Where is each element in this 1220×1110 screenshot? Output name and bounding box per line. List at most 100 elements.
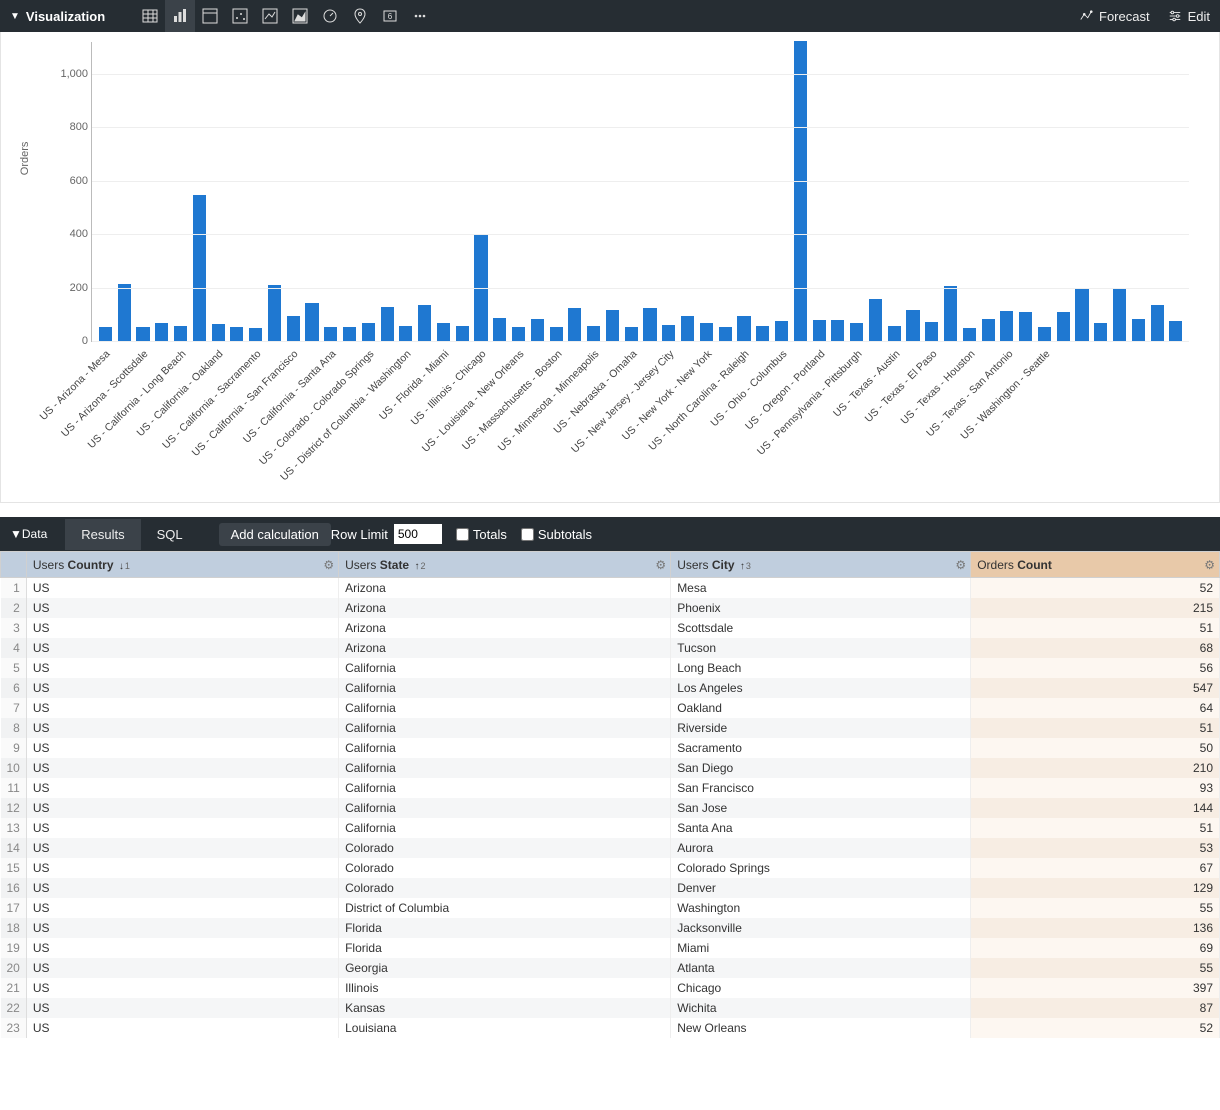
chart-bar[interactable] [568, 308, 581, 341]
table-row[interactable]: 1USArizonaMesa52 [1, 578, 1220, 599]
chart-bar[interactable] [1075, 289, 1088, 341]
chart-bar[interactable] [1094, 323, 1107, 341]
row-limit-input[interactable] [394, 524, 442, 544]
chart-bar[interactable] [906, 310, 919, 342]
table-row[interactable]: 16USColoradoDenver129 [1, 878, 1220, 898]
chart-bar[interactable] [869, 299, 882, 341]
collapse-caret-icon[interactable]: ▼ [10, 11, 20, 22]
chart-bar[interactable] [324, 327, 337, 341]
map-viz-icon[interactable] [345, 0, 375, 32]
table-row[interactable]: 22USKansasWichita87 [1, 998, 1220, 1018]
table-row[interactable]: 3USArizonaScottsdale51 [1, 618, 1220, 638]
chart-bar[interactable] [1113, 288, 1126, 341]
chart-bar[interactable] [230, 327, 243, 341]
col-header-state[interactable]: Users State ↑2⚙ [339, 552, 671, 578]
gear-icon[interactable]: ⚙ [655, 558, 666, 572]
table-row[interactable]: 12USCaliforniaSan Jose144 [1, 798, 1220, 818]
chart-bar[interactable] [1132, 319, 1145, 341]
chart-bar[interactable] [493, 318, 506, 341]
chart-bar[interactable] [437, 323, 450, 341]
chart-bar[interactable] [1000, 311, 1013, 341]
chart-bar[interactable] [136, 327, 149, 341]
table-row[interactable]: 2USArizonaPhoenix215 [1, 598, 1220, 618]
chart-bar[interactable] [681, 316, 694, 341]
chart-bar[interactable] [1151, 305, 1164, 341]
column-viz-icon[interactable] [195, 0, 225, 32]
chart-bar[interactable] [362, 323, 375, 341]
chart-bar[interactable] [606, 310, 619, 342]
chart-bar[interactable] [719, 327, 732, 341]
single-value-viz-icon[interactable]: 6 [375, 0, 405, 32]
table-row[interactable]: 23USLouisianaNew Orleans52 [1, 1018, 1220, 1038]
chart-bar[interactable] [212, 324, 225, 341]
chart-bar[interactable] [831, 320, 844, 341]
table-row[interactable]: 13USCaliforniaSanta Ana51 [1, 818, 1220, 838]
chart-bar[interactable] [249, 328, 262, 341]
totals-checkbox[interactable]: Totals [456, 527, 507, 542]
chart-bar[interactable] [512, 327, 525, 341]
chart-bar[interactable] [550, 327, 563, 341]
chart-bar[interactable] [1057, 312, 1070, 341]
col-header-country[interactable]: Users Country ↓1⚙ [26, 552, 338, 578]
table-row[interactable]: 10USCaliforniaSan Diego210 [1, 758, 1220, 778]
chart-bar[interactable] [1038, 327, 1051, 341]
chart-bar[interactable] [625, 327, 638, 341]
tab-sql[interactable]: SQL [141, 519, 199, 550]
chart-bar[interactable] [118, 284, 131, 341]
table-row[interactable]: 8USCaliforniaRiverside51 [1, 718, 1220, 738]
edit-button[interactable]: Edit [1168, 9, 1210, 24]
chart-bar[interactable] [193, 195, 206, 341]
gear-icon[interactable]: ⚙ [955, 558, 966, 572]
forecast-button[interactable]: Forecast [1079, 9, 1150, 24]
chart-bar[interactable] [888, 326, 901, 341]
chart-bar[interactable] [268, 285, 281, 341]
chart-bar[interactable] [587, 326, 600, 341]
chart-bar[interactable] [343, 327, 356, 341]
chart-bar[interactable] [1169, 321, 1182, 341]
subtotals-checkbox[interactable]: Subtotals [521, 527, 592, 542]
chart-bar[interactable] [531, 319, 544, 341]
chart-bar[interactable] [418, 305, 431, 341]
chart-bar[interactable] [850, 323, 863, 341]
chart-bar[interactable] [381, 307, 394, 341]
table-row[interactable]: 20USGeorgiaAtlanta55 [1, 958, 1220, 978]
table-row[interactable]: 14USColoradoAurora53 [1, 838, 1220, 858]
chart-bar[interactable] [399, 326, 412, 341]
chart-bar[interactable] [775, 321, 788, 341]
table-row[interactable]: 18USFloridaJacksonville136 [1, 918, 1220, 938]
line-viz-icon[interactable] [255, 0, 285, 32]
chart-bar[interactable] [99, 327, 112, 341]
chart-bar[interactable] [174, 326, 187, 341]
col-header-count[interactable]: Orders Count⚙ [971, 552, 1220, 578]
table-row[interactable]: 9USCaliforniaSacramento50 [1, 738, 1220, 758]
chart-bar[interactable] [662, 325, 675, 341]
chart-bar[interactable] [456, 326, 469, 341]
collapse-caret-icon[interactable]: ▼ [10, 527, 22, 541]
chart-bar[interactable] [925, 322, 938, 341]
gear-icon[interactable]: ⚙ [1204, 558, 1215, 572]
table-row[interactable]: 5USCaliforniaLong Beach56 [1, 658, 1220, 678]
table-row[interactable]: 4USArizonaTucson68 [1, 638, 1220, 658]
chart-bar[interactable] [700, 323, 713, 341]
chart-bar[interactable] [155, 323, 168, 341]
chart-bar[interactable] [1019, 312, 1032, 341]
more-viz-icon[interactable] [405, 0, 435, 32]
chart-bar[interactable] [287, 316, 300, 341]
chart-bar[interactable] [813, 320, 826, 341]
table-viz-icon[interactable] [135, 0, 165, 32]
table-row[interactable]: 15USColoradoColorado Springs67 [1, 858, 1220, 878]
chart-bar[interactable] [756, 326, 769, 341]
chart-bar[interactable] [963, 328, 976, 341]
area-viz-icon[interactable] [285, 0, 315, 32]
bar-viz-icon[interactable] [165, 0, 195, 32]
table-row[interactable]: 6USCaliforniaLos Angeles547 [1, 678, 1220, 698]
chart-bar[interactable] [737, 316, 750, 341]
table-row[interactable]: 11USCaliforniaSan Francisco93 [1, 778, 1220, 798]
chart-bar[interactable] [643, 308, 656, 341]
add-calculation-button[interactable]: Add calculation [219, 523, 331, 546]
table-row[interactable]: 17USDistrict of ColumbiaWashington55 [1, 898, 1220, 918]
tab-results[interactable]: Results [65, 519, 140, 550]
col-header-city[interactable]: Users City ↑3⚙ [671, 552, 971, 578]
chart-bar[interactable] [794, 41, 807, 341]
table-row[interactable]: 7USCaliforniaOakland64 [1, 698, 1220, 718]
